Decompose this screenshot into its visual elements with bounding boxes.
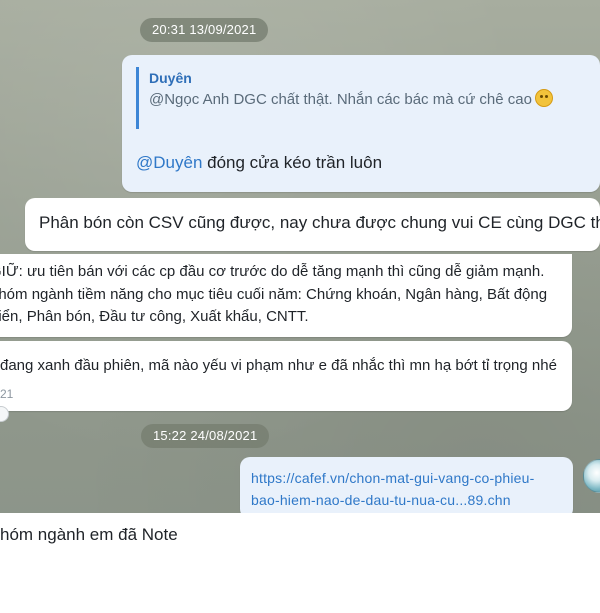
message-text: hóm ngành em đã Note: [0, 525, 178, 544]
article-link-line-2[interactable]: bao-hiem-nao-de-dau-tu-nua-cu...89.chn: [251, 491, 511, 510]
message-line-1: GIỮ: ưu tiên bán với các cp đầu cơ trước…: [0, 263, 545, 280]
reply-body: @Duyên đóng cửa kéo trần luôn: [136, 153, 383, 172]
message-line-2: nhóm ngành tiềm năng cho mục tiêu cuối n…: [0, 286, 548, 303]
message-bubble-note[interactable]: hóm ngành em đã Note: [0, 513, 600, 613]
message-line-3: biển, Phân bón, Đầu tư công, Xuất khẩu, …: [0, 308, 309, 325]
message-timestamp: 21: [0, 387, 14, 401]
grinning-sweat-emoji-icon: [534, 89, 553, 107]
quoted-message[interactable]: Duyên @Ngọc Anh DGC chất thật. Nhắn các …: [136, 67, 600, 129]
mention-link[interactable]: @Duyên: [136, 153, 202, 172]
quoted-author-name: Duyên: [149, 70, 192, 86]
message-bubble-csv[interactable]: Phân bón còn CSV cũng được, nay chưa đượ…: [25, 198, 600, 251]
date-separator-middle: 15:22 24/08/2021: [141, 424, 270, 448]
user-avatar-icon[interactable]: [583, 459, 600, 493]
message-text: Phân bón còn CSV cũng được, nay chưa đượ…: [39, 213, 600, 232]
message-bubble-link[interactable]: https://cafef.vn/chon-mat-gui-vang-co-ph…: [240, 457, 573, 519]
date-separator-top: 20:31 13/09/2021: [140, 18, 269, 42]
quoted-text: @Ngọc Anh DGC chất thật. Nhắn các bác mà…: [149, 89, 600, 111]
message-text: đang xanh đầu phiên, mã nào yếu vi phạm …: [0, 357, 557, 374]
message-bubble-green-session[interactable]: đang xanh đầu phiên, mã nào yếu vi phạm …: [0, 341, 572, 411]
article-link-line-1[interactable]: https://cafef.vn/chon-mat-gui-vang-co-ph…: [251, 469, 535, 488]
reply-message-bubble[interactable]: Duyên @Ngọc Anh DGC chất thật. Nhắn các …: [122, 55, 600, 192]
message-bubble-sectors[interactable]: GIỮ: ưu tiên bán với các cp đầu cơ trước…: [0, 254, 572, 337]
